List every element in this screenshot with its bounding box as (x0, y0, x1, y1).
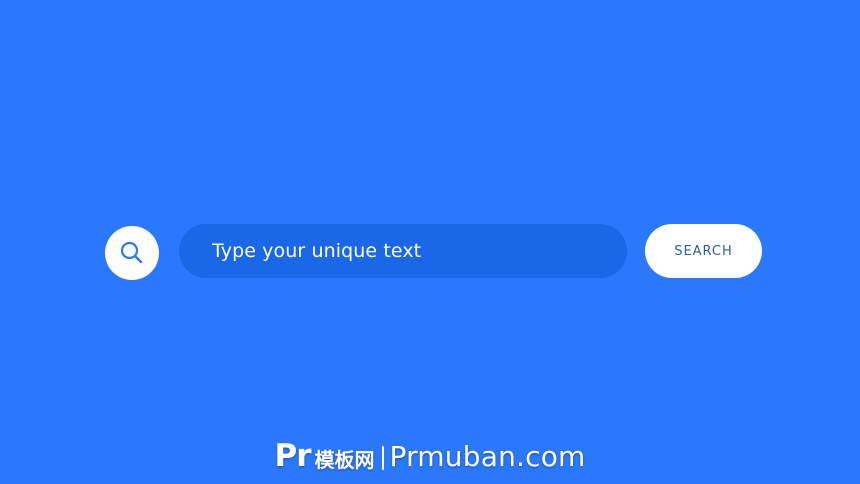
watermark-logo: Pr (274, 438, 311, 474)
search-icon-button[interactable] (105, 226, 159, 280)
watermark-domain: Prmuban.com (389, 439, 586, 473)
watermark-divider (381, 446, 384, 470)
search-button[interactable]: SEARCH (645, 224, 762, 278)
search-icon (118, 239, 146, 267)
search-field[interactable] (179, 224, 627, 278)
watermark-cn-text: 模板网 (314, 447, 375, 472)
search-input[interactable] (212, 224, 627, 278)
watermark: Pr 模板网 Prmuban.com (0, 436, 860, 476)
